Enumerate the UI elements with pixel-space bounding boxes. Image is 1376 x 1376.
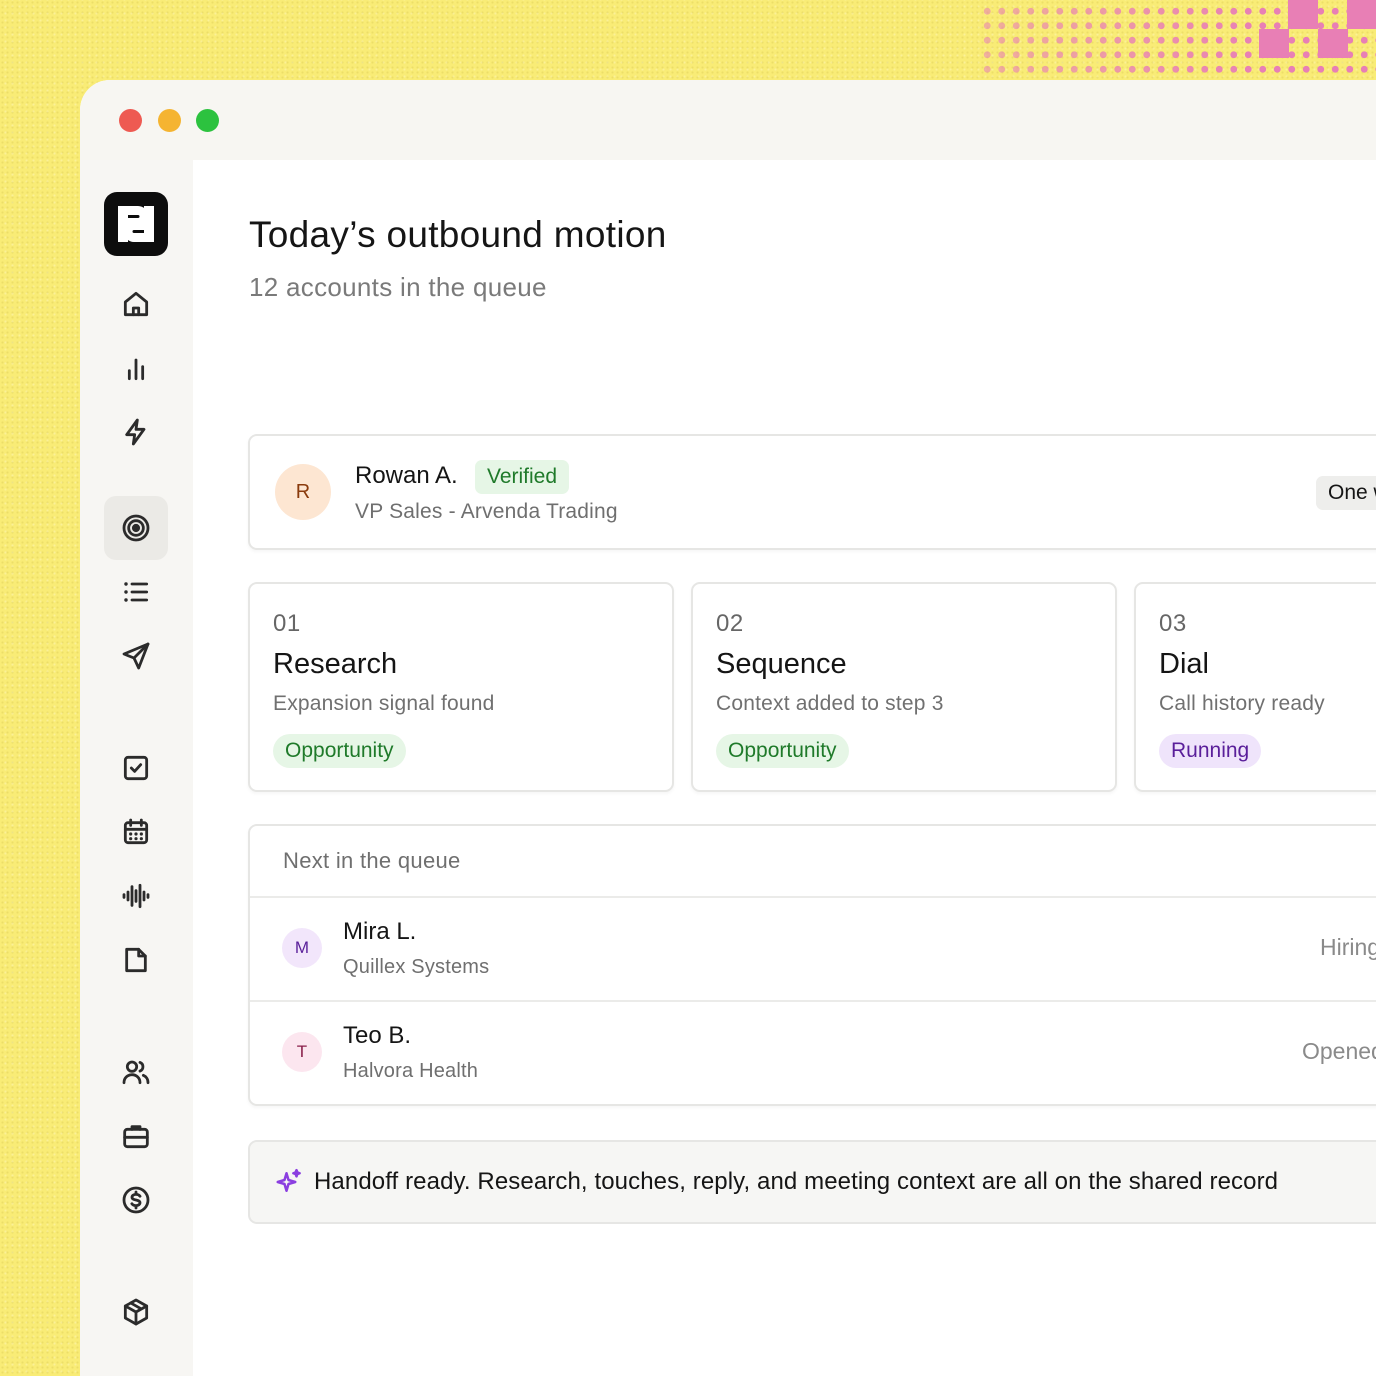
queue-contact-company: Halvora Health: [343, 1060, 479, 1082]
step-title: Dial: [1159, 648, 1209, 680]
app-logo[interactable]: [104, 192, 168, 256]
handoff-title: Handoff ready.: [314, 1168, 471, 1195]
maximize-window-button[interactable]: [196, 109, 219, 132]
calendar-icon[interactable]: [104, 800, 168, 864]
step-title: Sequence: [716, 648, 847, 680]
page-subtitle: 12 accounts in the queue: [249, 272, 547, 302]
queue-contact-name: Mira L.: [343, 918, 417, 945]
main-content: Today’s outbound motion 12 accounts in t…: [193, 160, 1376, 1376]
step-title: Research: [273, 648, 398, 680]
status-badge: Opportunity: [716, 734, 849, 768]
check-square-icon[interactable]: [104, 736, 168, 800]
status-badge: Running: [1159, 734, 1262, 768]
home-icon[interactable]: [104, 272, 168, 336]
queue-contact-name: Teo B.: [343, 1022, 412, 1049]
bar-chart-icon[interactable]: [104, 336, 168, 400]
lightning-icon[interactable]: [104, 400, 168, 464]
audio-waveform-icon[interactable]: [104, 864, 168, 928]
handoff-description: Research, touches, reply, and meeting co…: [470, 1168, 1279, 1195]
featured-contact-card[interactable]: R Rowan A. Verified VP Sales - Arvenda T…: [248, 434, 1376, 550]
handoff-message: Handoff ready. Research, touches, reply,…: [314, 1168, 1278, 1196]
step-number: 02: [716, 610, 744, 637]
queue-panel: Next in the queue M Mira L. Quillex Syst…: [248, 824, 1376, 1106]
queue-signal: Hiring: [1320, 934, 1376, 960]
title-bar: [80, 80, 1376, 160]
avatar: R: [275, 464, 331, 520]
step-number: 03: [1159, 610, 1187, 637]
page-title: Today’s outbound motion: [249, 214, 667, 255]
contact-tag: One w: [1316, 476, 1376, 510]
users-icon[interactable]: [104, 1040, 168, 1104]
verified-badge: Verified: [475, 460, 570, 494]
send-icon[interactable]: [104, 624, 168, 688]
sparkle-icon: [276, 1168, 301, 1192]
step-description: Call history ready: [1159, 692, 1325, 715]
step-card-sequence[interactable]: 02 Sequence Context added to step 3 Oppo…: [691, 582, 1117, 792]
briefcase-icon[interactable]: [104, 1104, 168, 1168]
step-card-dial[interactable]: 03 Dial Call history ready Running: [1134, 582, 1376, 792]
target-icon[interactable]: [104, 496, 168, 560]
step-description: Expansion signal found: [273, 692, 495, 715]
queue-contact-company: Quillex Systems: [343, 956, 490, 978]
queue-header: Next in the queue: [250, 826, 1376, 898]
sidebar: [80, 160, 193, 1376]
app-window: Today’s outbound motion 12 accounts in t…: [80, 80, 1376, 1376]
cube-icon[interactable]: [104, 1280, 168, 1344]
status-badge: Opportunity: [273, 734, 406, 768]
handoff-banner: Handoff ready. Research, touches, reply,…: [248, 1140, 1376, 1224]
dollar-icon[interactable]: [104, 1168, 168, 1232]
queue-row[interactable]: T Teo B. Halvora Health Opened: [250, 1002, 1376, 1104]
queue-signal: Opened: [1302, 1038, 1376, 1064]
logo-mark-icon: [118, 206, 154, 242]
decorative-pattern: [976, 0, 1376, 80]
queue-row[interactable]: M Mira L. Quillex Systems Hiring: [250, 898, 1376, 1002]
contact-role: VP Sales - Arvenda Trading: [355, 500, 618, 523]
avatar: T: [282, 1032, 322, 1072]
step-description: Context added to step 3: [716, 692, 944, 715]
step-card-research[interactable]: 01 Research Expansion signal found Oppor…: [248, 582, 674, 792]
list-icon[interactable]: [104, 560, 168, 624]
minimize-window-button[interactable]: [158, 109, 181, 132]
note-icon[interactable]: [104, 928, 168, 992]
step-number: 01: [273, 610, 301, 637]
avatar: M: [282, 928, 322, 968]
close-window-button[interactable]: [119, 109, 142, 132]
contact-name: Rowan A.: [355, 462, 458, 489]
